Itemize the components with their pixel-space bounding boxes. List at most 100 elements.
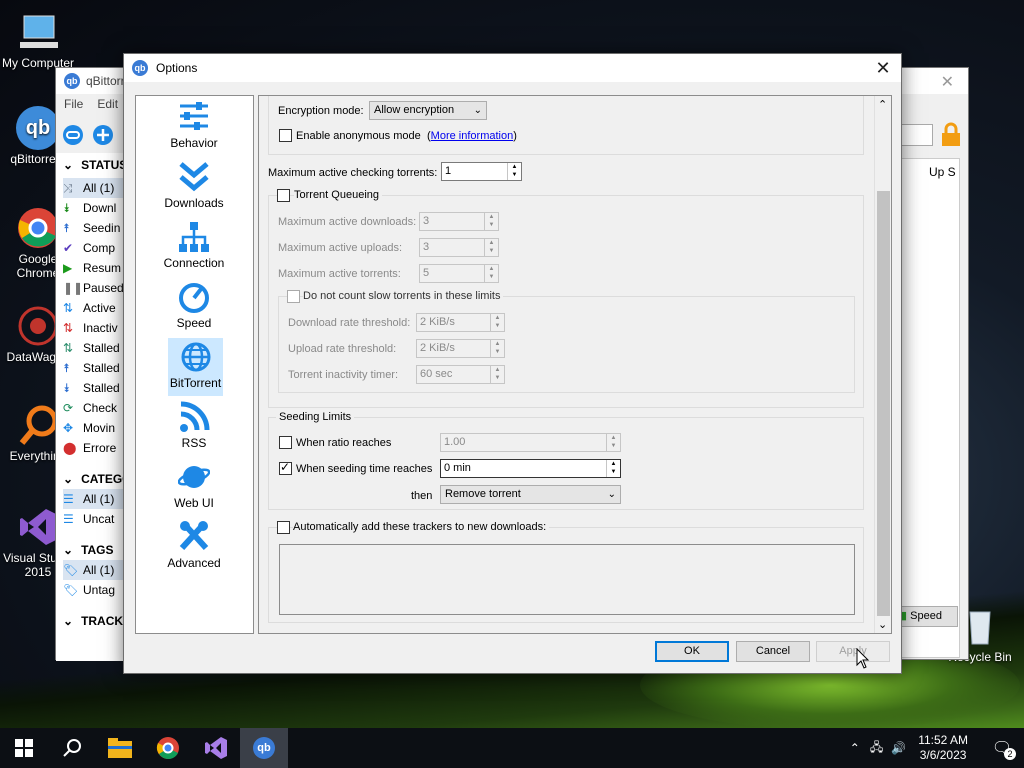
status-item-paused[interactable]: ❚❚ Paused (63, 278, 124, 298)
seeding-action-select[interactable]: Remove torrent ⌄ (440, 485, 621, 504)
slow-torrents-checkbox[interactable] (287, 290, 300, 303)
sliders-icon (180, 102, 208, 130)
action-center-button[interactable]: 🗨 2 (980, 728, 1024, 768)
more-information-link[interactable]: More information (431, 130, 514, 142)
status-item-all[interactable]: ⤨ All (1) (63, 178, 125, 198)
nav-item-webui[interactable]: Web UI (150, 458, 238, 516)
ratio-spinbox[interactable]: 1.00 ▲ ▼ (440, 433, 621, 452)
status-item-moving[interactable]: ✥ Movin (63, 418, 115, 438)
qbittorrent-icon: qb (16, 106, 60, 150)
categories-header[interactable]: ⌄ CATEGO (63, 472, 125, 486)
ok-button[interactable]: OK (655, 641, 729, 662)
nav-item-speed[interactable]: Speed (150, 278, 238, 336)
spin-arrows-icon[interactable]: ▲ ▼ (606, 434, 620, 451)
seeding-time-checkbox[interactable] (279, 460, 292, 475)
trackers-header[interactable]: ⌄ TRACKE (63, 614, 125, 628)
volume-icon[interactable]: 🔊 (891, 741, 906, 755)
chevron-up-icon[interactable]: ⌃ (850, 741, 860, 755)
spin-arrows-icon[interactable]: ▲ ▼ (606, 460, 620, 477)
add-trackers-checkbox[interactable] (277, 521, 290, 534)
status-item-checking[interactable]: ⟳ Check (63, 398, 117, 418)
seeding-time-label: When seeding time reaches (296, 463, 433, 475)
spin-arrows-icon[interactable]: ▲ ▼ (484, 213, 498, 230)
nav-item-behavior[interactable]: Behavior (150, 98, 238, 156)
spin-arrows-icon[interactable]: ▲ ▼ (490, 366, 504, 383)
start-button[interactable] (0, 728, 48, 768)
dialog-title: Options (156, 61, 198, 75)
status-header[interactable]: ⌄ STATUS (63, 158, 125, 172)
nav-item-bittorrent[interactable]: BitTorrent (168, 338, 223, 396)
category-item-all[interactable]: ☰ All (1) (63, 489, 125, 509)
nav-item-downloads[interactable]: Downloads (150, 158, 238, 216)
menu-file[interactable]: File (64, 97, 83, 111)
spin-arrows-icon[interactable]: ▲ ▼ (484, 265, 498, 282)
nav-item-advanced[interactable]: Advanced (150, 518, 238, 576)
anonymous-mode-checkbox[interactable] (279, 129, 292, 142)
upload-icon: ⯭ (63, 221, 71, 235)
scrollbar-thumb[interactable] (877, 191, 890, 616)
scroll-down-icon[interactable]: ⌄ (878, 618, 887, 631)
search-button[interactable] (48, 728, 96, 768)
spin-arrows-icon[interactable]: ▲ ▼ (484, 239, 498, 256)
nav-item-connection[interactable]: Connection (150, 218, 238, 276)
encryption-mode-select[interactable]: Allow encryption ⌄ (369, 101, 487, 120)
torrent-queueing-checkbox[interactable] (277, 189, 290, 202)
status-item-stalled[interactable]: ⇅ Stalled (63, 338, 120, 358)
ratio-checkbox[interactable] (279, 436, 292, 449)
encryption-mode-label: Encryption mode: (278, 105, 364, 117)
status-item-resumed[interactable]: ▶ Resum (63, 258, 121, 278)
cancel-button[interactable]: Cancel (736, 641, 810, 662)
column-header-up-speed[interactable]: Up S (929, 165, 956, 179)
download-icon: ⯯ (63, 381, 71, 395)
tags-header[interactable]: ⌄ TAGS (63, 543, 114, 557)
add-torrent-icon[interactable] (92, 124, 114, 146)
lock-icon[interactable] (940, 122, 962, 148)
nav-item-rss[interactable]: RSS (150, 398, 238, 456)
max-checking-spinbox[interactable]: 1 ▲ ▼ (441, 162, 522, 181)
desktop-icon-label: Google Chrome (16, 252, 60, 280)
inactivity-timer-spinbox[interactable]: 60 sec ▲ ▼ (416, 365, 505, 384)
taskbar-qbittorrent[interactable]: qb (240, 728, 288, 768)
taskbar-visual-studio[interactable] (192, 728, 240, 768)
max-torrents-label: Maximum active torrents: (278, 268, 401, 280)
dialog-titlebar: qb Options (124, 54, 901, 82)
status-item-seeding[interactable]: ⯭ Seedin (63, 218, 120, 238)
taskbar-chrome[interactable] (144, 728, 192, 768)
download-threshold-spinbox[interactable]: 2 KiB/s ▲ ▼ (416, 313, 505, 332)
status-item-downloading[interactable]: ⯯ Downl (63, 198, 116, 218)
close-icon[interactable]: ✕ (873, 58, 893, 79)
speed-button[interactable]: ▮ Speed (896, 606, 958, 627)
status-item-completed[interactable]: ✔ Comp (63, 238, 115, 258)
nav-item-label: Advanced (167, 556, 221, 570)
close-icon[interactable]: ✕ (941, 72, 954, 92)
status-item-inactive[interactable]: ⇅ Inactiv (63, 318, 118, 338)
status-item-stalled-uploading[interactable]: ⯭ Stalled (63, 358, 120, 378)
category-item-uncategorized[interactable]: ☰ Uncat (63, 509, 114, 529)
network-icon[interactable]: 🖧 (870, 738, 883, 759)
desktop-icon-my-computer[interactable]: My Computer (0, 10, 76, 70)
scroll-up-icon[interactable]: ⌃ (878, 98, 887, 111)
status-item-errored[interactable]: ⬤ Errore (63, 438, 116, 458)
max-uploads-spinbox[interactable]: 3 ▲ ▼ (419, 238, 499, 257)
tag-item-all[interactable]: 🏷 All (1) (63, 560, 125, 580)
spin-arrows-icon[interactable]: ▲ ▼ (490, 314, 504, 331)
search-input[interactable] (899, 124, 933, 146)
taskbar-file-explorer[interactable] (96, 728, 144, 768)
tag-item-untagged[interactable]: 🏷 Untag (63, 580, 115, 600)
add-link-icon[interactable] (62, 124, 84, 146)
trackers-textarea[interactable] (279, 544, 855, 615)
content-scrollbar[interactable]: ⌃ ⌄ (874, 96, 891, 633)
spin-arrows-icon[interactable]: ▲ ▼ (507, 163, 521, 180)
status-item-active[interactable]: ⇅ Active (63, 298, 116, 318)
upload-threshold-spinbox[interactable]: 2 KiB/s ▲ ▼ (416, 339, 505, 358)
status-item-stalled-downloading[interactable]: ⯯ Stalled (63, 378, 120, 398)
spin-arrows-icon[interactable]: ▲ ▼ (490, 340, 504, 357)
max-torrents-spinbox[interactable]: 5 ▲ ▼ (419, 264, 499, 283)
apply-button[interactable]: Apply (816, 641, 890, 662)
seeding-time-spinbox[interactable]: 0 min ▲ ▼ (440, 459, 621, 478)
taskbar: qb ⌃ 🖧 🔊 11:52 AM 3/6/2023 🗨 2 (0, 728, 1024, 768)
menu-edit[interactable]: Edit (97, 97, 118, 111)
trackers-header-label: TRACKE (81, 614, 125, 628)
max-downloads-spinbox[interactable]: 3 ▲ ▼ (419, 212, 499, 231)
clock[interactable]: 11:52 AM 3/6/2023 (918, 733, 968, 763)
